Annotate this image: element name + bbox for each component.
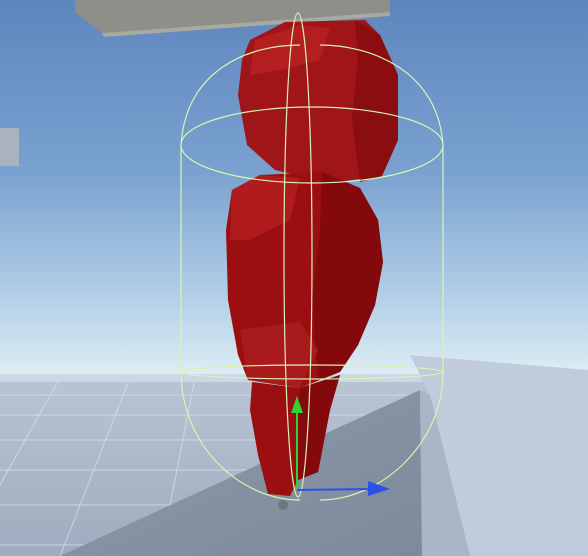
scene-canvas[interactable] bbox=[0, 0, 588, 556]
side-block bbox=[0, 128, 19, 166]
move-gizmo-z-axis[interactable] bbox=[296, 488, 373, 491]
move-gizmo-pivot[interactable] bbox=[278, 500, 288, 510]
scene-viewport[interactable] bbox=[0, 0, 588, 556]
